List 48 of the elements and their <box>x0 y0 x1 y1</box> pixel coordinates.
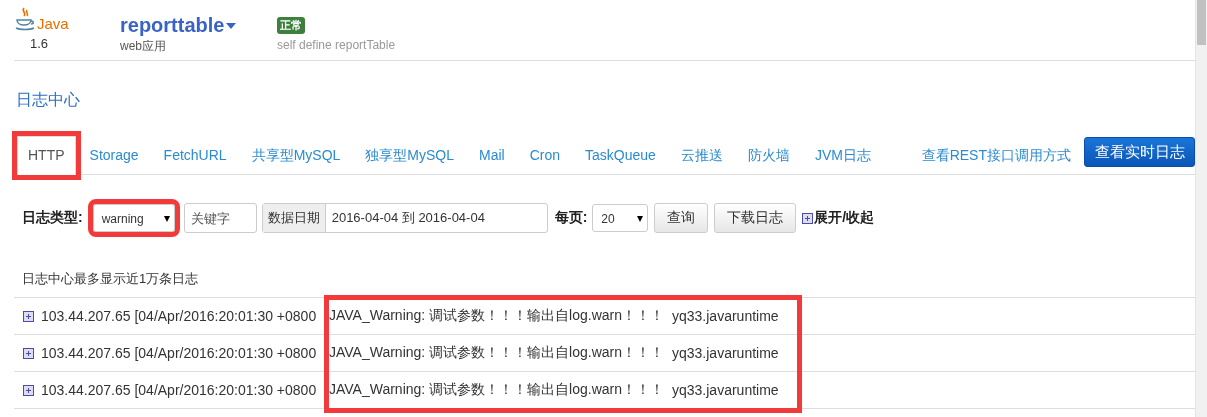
log-limit-note: 日志中心最多显示近1万条日志 <box>22 270 200 288</box>
log-message: JAVA_Warning: 调试参数！！！输出自log.warn！！！ <box>329 344 666 362</box>
app-name-dropdown[interactable]: reporttable <box>120 14 277 37</box>
log-type-label: 日志类型: <box>22 209 83 227</box>
status-badge: 正常 <box>277 17 305 34</box>
api-link[interactable]: 查看REST接口调用方式 <box>921 137 1071 174</box>
log-app: yq33.javaruntime <box>672 308 779 324</box>
expand-icon[interactable] <box>23 384 34 396</box>
coffee-cup-icon <box>14 6 36 32</box>
app-type: web应用 <box>120 38 167 55</box>
platform-version: 1.6 <box>30 36 50 51</box>
caret-icon <box>226 22 237 29</box>
tab[interactable]: 共享型MySQL <box>240 136 352 174</box>
tab[interactable]: FetchURL <box>152 136 238 174</box>
expand-icon <box>802 212 814 224</box>
tab[interactable]: Storage <box>78 136 150 174</box>
expand-collapse-link[interactable]: 展开/收起 <box>814 209 875 227</box>
date-label: 数据日期 <box>262 204 326 232</box>
log-source: 103.44.207.65 [04/Apr/2016:20:01:30 +0800 <box>41 345 318 361</box>
tab[interactable]: TaskQueue <box>574 136 667 174</box>
log-source: 103.44.207.65 [04/Apr/2016:20:01:30 +0800 <box>41 308 318 324</box>
app-description: self define reportTable <box>277 38 396 52</box>
tab[interactable]: Mail <box>468 136 516 174</box>
tab[interactable]: 独享型MySQL <box>354 136 465 174</box>
tab[interactable]: 云推送 <box>669 136 734 174</box>
scrollbar[interactable] <box>1195 0 1207 417</box>
dropdown-arrow-icon <box>163 216 170 222</box>
expand-icon[interactable] <box>23 347 34 359</box>
log-message: JAVA_Warning: 调试参数！！！输出自log.warn！！！ <box>329 307 666 325</box>
per-page-label: 每页: <box>554 209 588 227</box>
platform-name: Java <box>37 15 69 32</box>
dropdown-arrow-icon <box>637 216 644 222</box>
log-message: JAVA_Warning: 调试参数！！！输出自log.warn！！！ <box>329 381 666 399</box>
log-app: yq33.javaruntime <box>672 382 779 398</box>
date-value: 2016-04-04 到 2016-04-04 <box>330 209 486 227</box>
realtime-log-button[interactable]: 查看实时日志 <box>1084 137 1195 167</box>
log-source: 103.44.207.65 [04/Apr/2016:20:01:30 +0800 <box>41 382 318 398</box>
expand-icon[interactable] <box>23 310 34 322</box>
date-range-field[interactable]: 数据日期 2016-04-04 到 2016-04-04 <box>261 203 548 233</box>
tab[interactable]: JVM日志 <box>803 136 882 174</box>
tab[interactable]: 防火墙 <box>736 136 801 174</box>
query-button[interactable]: 查询 <box>654 203 709 233</box>
log-app: yq33.javaruntime <box>672 345 779 361</box>
keyword-field[interactable]: 关键字 <box>183 203 257 233</box>
download-button[interactable]: 下载日志 <box>714 203 797 233</box>
section-title: 日志中心 <box>16 90 81 110</box>
per-page-select[interactable]: 20 <box>592 204 649 232</box>
tab[interactable]: Cron <box>518 136 572 174</box>
